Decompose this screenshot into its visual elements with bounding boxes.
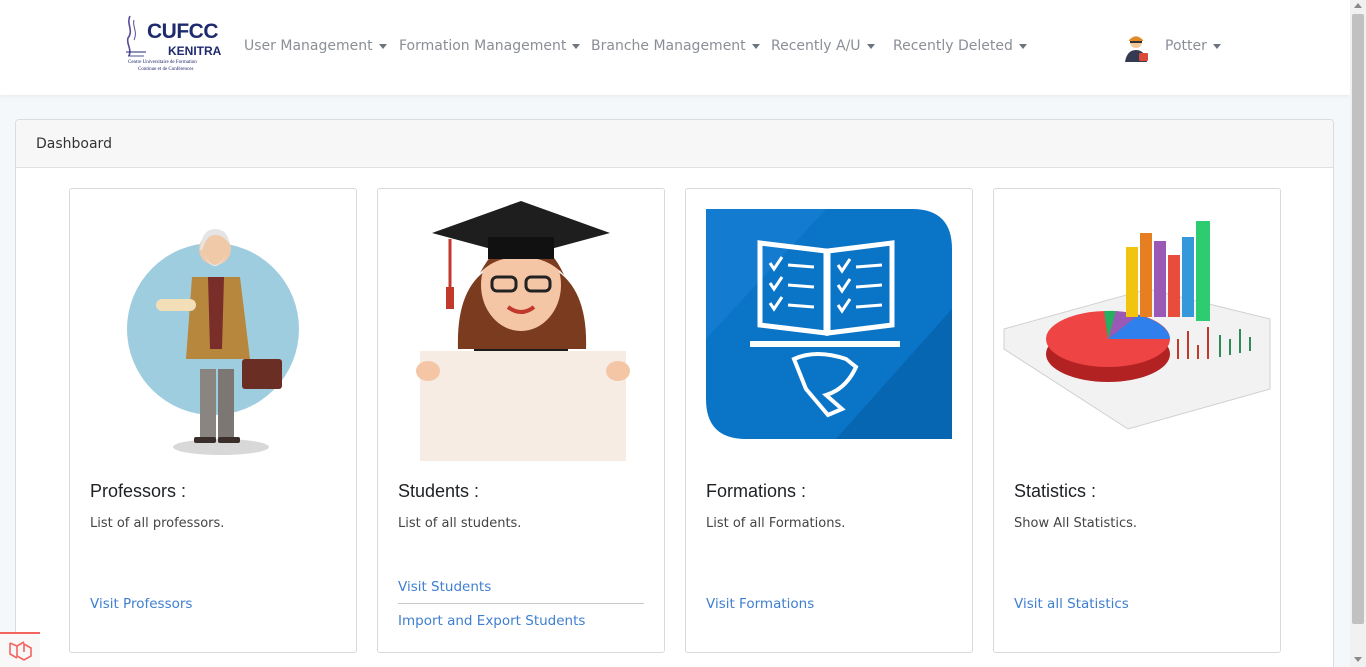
caret-down-icon — [866, 43, 875, 49]
user-avatar-icon[interactable] — [1121, 33, 1151, 63]
debugbar-toggle[interactable] — [0, 632, 40, 667]
nav-label: Branche Management — [591, 38, 746, 54]
statistics-charts-illustration — [1003, 221, 1271, 430]
import-export-students-link[interactable]: Import and Export Students — [398, 613, 585, 629]
laravel-icon — [9, 641, 32, 661]
brand-tagline-1: Centre Universitaire de Formation — [128, 60, 197, 65]
nav-recently-deleted[interactable]: Recently Deleted — [893, 38, 1027, 54]
formations-card: Formations : List of all Formations. Vis… — [685, 188, 973, 653]
students-card: Students : List of all students. Visit S… — [377, 188, 665, 653]
card-title: Formations : — [706, 481, 807, 501]
nav-label: Formation Management — [399, 38, 567, 54]
caret-down-icon — [1018, 43, 1027, 49]
scrollbar-thumb[interactable] — [1352, 14, 1364, 624]
user-name: Potter — [1165, 38, 1207, 54]
nav-user-management[interactable]: User Management — [244, 38, 387, 54]
scroll-down-arrow-icon[interactable] — [1354, 657, 1362, 662]
book-checklist-icon — [706, 209, 952, 439]
card-title: Professors : — [90, 481, 187, 501]
card-title: Statistics : — [1014, 481, 1097, 501]
statistics-card: Statistics : Show All Statistics. Visit … — [993, 188, 1281, 653]
scroll-up-arrow-icon[interactable] — [1354, 3, 1362, 8]
professor-illustration — [127, 229, 299, 455]
brand-subtitle: KENITRA — [168, 44, 222, 58]
brand-title: CUFCC — [147, 20, 219, 43]
graduate-student-illustration — [416, 201, 630, 461]
brand-tagline-2: Continue et de Conférences — [138, 67, 194, 72]
card-description: Show All Statistics. — [1014, 516, 1138, 531]
brand-logo[interactable]: CUFCC KENITRA Centre Universitaire de Fo… — [124, 14, 222, 78]
professors-card: Professors : List of all professors. Vis… — [69, 188, 357, 653]
user-menu[interactable]: Potter — [1165, 38, 1221, 54]
visit-formations-link[interactable]: Visit Formations — [706, 596, 814, 612]
visit-statistics-link[interactable]: Visit all Statistics — [1014, 596, 1129, 612]
nav-branche-management[interactable]: Branche Management — [591, 38, 760, 54]
card-title: Students : — [398, 481, 480, 501]
caret-down-icon — [751, 43, 760, 49]
card-description: List of all professors. — [90, 516, 225, 531]
caret-down-icon — [572, 43, 581, 49]
nav-recently-au[interactable]: Recently A/U — [771, 38, 875, 54]
nav-label: Recently A/U — [771, 38, 861, 54]
nav-label: User Management — [244, 38, 373, 54]
visit-professors-link[interactable]: Visit Professors — [90, 596, 192, 612]
panel-title: Dashboard — [36, 136, 112, 152]
nav-formation-management[interactable]: Formation Management — [399, 38, 581, 54]
visit-students-link[interactable]: Visit Students — [398, 579, 491, 595]
card-description: List of all students. — [398, 516, 522, 531]
nav-label: Recently Deleted — [893, 38, 1013, 54]
caret-down-icon — [378, 43, 387, 49]
top-navbar: CUFCC KENITRA Centre Universitaire de Fo… — [0, 0, 1350, 95]
cufcc-logo-mark-icon — [126, 15, 146, 57]
link-divider — [398, 603, 644, 604]
caret-down-icon — [1212, 43, 1221, 49]
panel-header: Dashboard — [16, 120, 1333, 168]
card-description: List of all Formations. — [706, 516, 846, 531]
